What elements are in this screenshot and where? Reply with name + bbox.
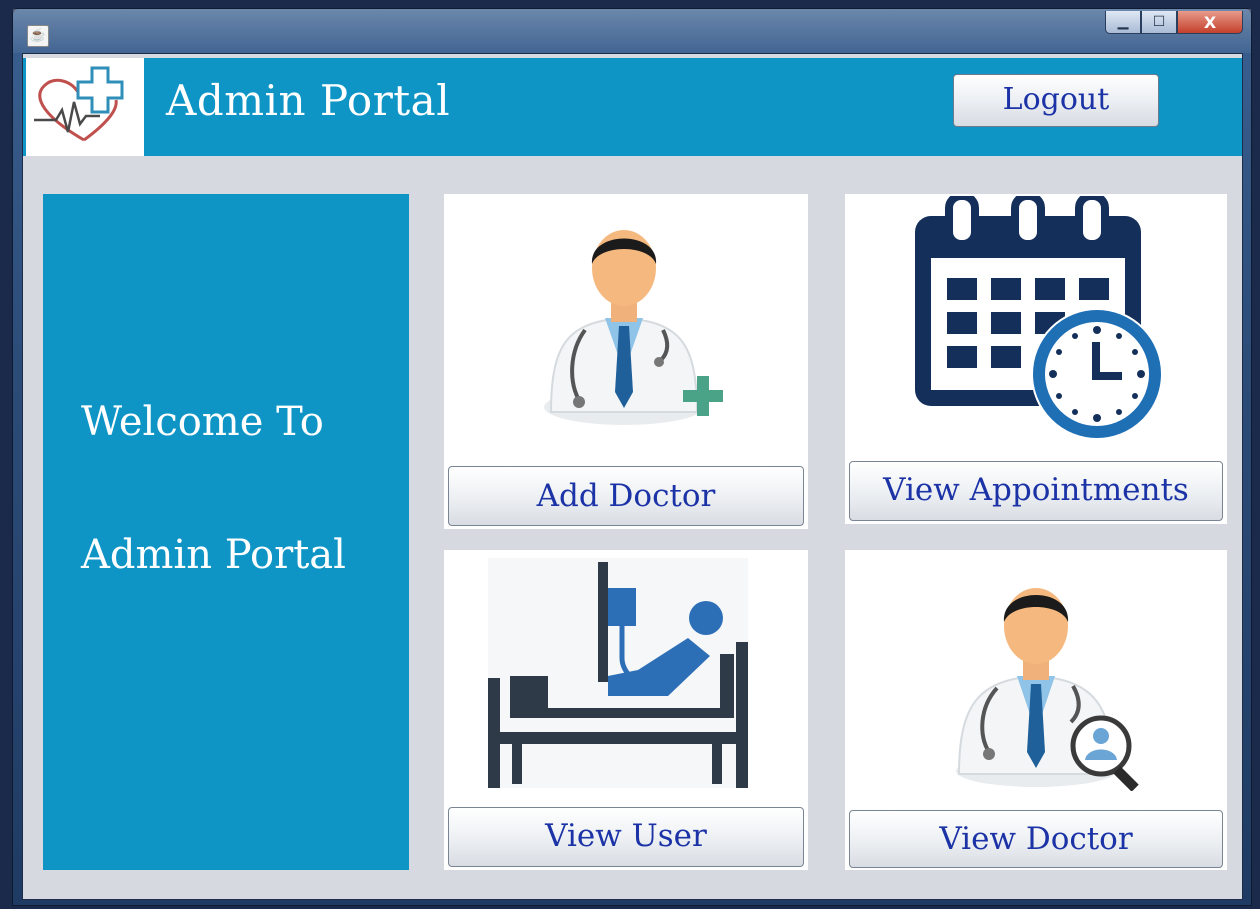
add-doctor-button[interactable]: Add Doctor [448,466,804,526]
welcome-text-line1: Welcome To [81,399,324,445]
heart-cross-logo-icon [34,66,124,142]
window-controls: ▁ ☐ X [1105,11,1243,34]
doctor-search-icon [956,588,1139,791]
header-bar: Admin Portal Logout [23,58,1242,156]
title-bar[interactable]: ☕ ▁ ☐ X [13,9,1251,53]
view-appointments-card: View Appointments [845,194,1227,524]
welcome-panel: Welcome To Admin Portal [43,194,409,870]
view-doctor-button[interactable]: View Doctor [849,810,1223,868]
view-user-card: View User [444,550,808,870]
logout-button[interactable]: Logout [953,74,1159,127]
logo [26,58,144,156]
app-window: ☕ ▁ ☐ X Admin Portal Logout Welcome To A… [12,8,1252,906]
minimize-button[interactable]: ▁ [1105,11,1141,34]
hospital-bed-patient-icon [488,558,748,788]
view-user-button[interactable]: View User [448,807,804,867]
maximize-button[interactable]: ☐ [1141,11,1177,34]
add-doctor-card: Add Doctor [444,194,808,529]
welcome-text-line2: Admin Portal [81,532,346,578]
page-title: Admin Portal [166,76,451,125]
view-doctor-card: View Doctor [845,550,1227,870]
doctor-add-icon [544,230,723,425]
calendar-clock-icon [915,196,1163,440]
view-appointments-button[interactable]: View Appointments [849,461,1223,521]
java-cup-icon: ☕ [27,25,49,47]
content-area: Admin Portal Logout Welcome To Admin Por… [22,53,1243,900]
close-button[interactable]: X [1177,11,1243,34]
